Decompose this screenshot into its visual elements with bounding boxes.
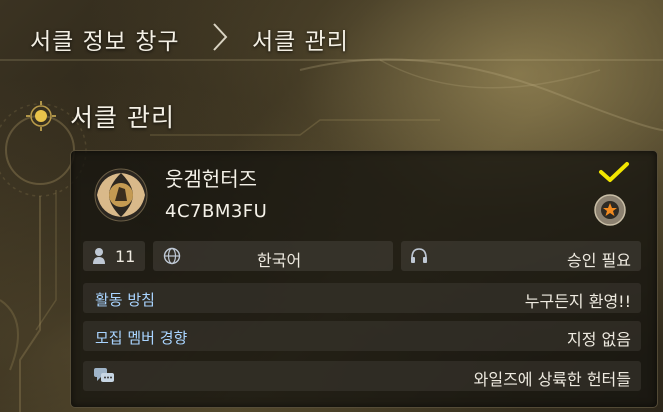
circle-emblem-icon	[94, 168, 148, 222]
star-badge-icon	[594, 194, 626, 226]
recruit-tendency-row: 모집 멤버 경향 지정 없음	[83, 321, 641, 351]
breadcrumb-item-circle-manage: 서클 관리	[252, 29, 349, 55]
recruit-tendency-label: 모집 멤버 경향	[95, 329, 188, 347]
circle-message-text: 와일즈에 상륙한 헌터들	[473, 370, 631, 389]
activity-policy-label: 활동 방침	[95, 291, 155, 309]
circle-name: 웃겜헌터즈	[165, 167, 257, 191]
chat-bubbles-icon	[94, 368, 114, 382]
circle-panel: 웃겜헌터즈 4C7BM3FU 11 한국어 승인 필요 활동 방침 누구든지 환…	[70, 150, 658, 408]
activity-policy-value: 누구든지 환영!!	[524, 292, 631, 311]
activity-policy-row: 활동 방침 누구든지 환영!!	[83, 283, 641, 313]
compass-sun-icon	[26, 101, 56, 131]
chevron-right-icon	[213, 23, 228, 51]
join-policy-chip: 승인 필요	[401, 241, 641, 271]
circle-id: 4C7BM3FU	[165, 201, 268, 222]
breadcrumb-item-circle-info[interactable]: 서클 정보 창구	[30, 22, 180, 56]
circle-message-row: 와일즈에 상륙한 헌터들	[83, 361, 641, 391]
recruit-tendency-value: 지정 없음	[567, 330, 631, 349]
breadcrumb: 서클 정보 창구 서클 관리	[0, 0, 663, 78]
member-icon	[93, 248, 105, 264]
member-count: 11	[115, 247, 136, 266]
join-policy-value: 승인 필요	[567, 251, 631, 270]
member-count-chip: 11	[83, 241, 145, 271]
headset-icon	[411, 248, 427, 263]
section-title: 서클 관리	[70, 103, 175, 132]
language-value: 한국어	[257, 251, 302, 270]
section-header: 서클 관리	[24, 92, 324, 136]
language-chip: 한국어	[153, 241, 393, 271]
globe-icon	[163, 247, 181, 265]
checkmark-icon	[599, 162, 629, 182]
